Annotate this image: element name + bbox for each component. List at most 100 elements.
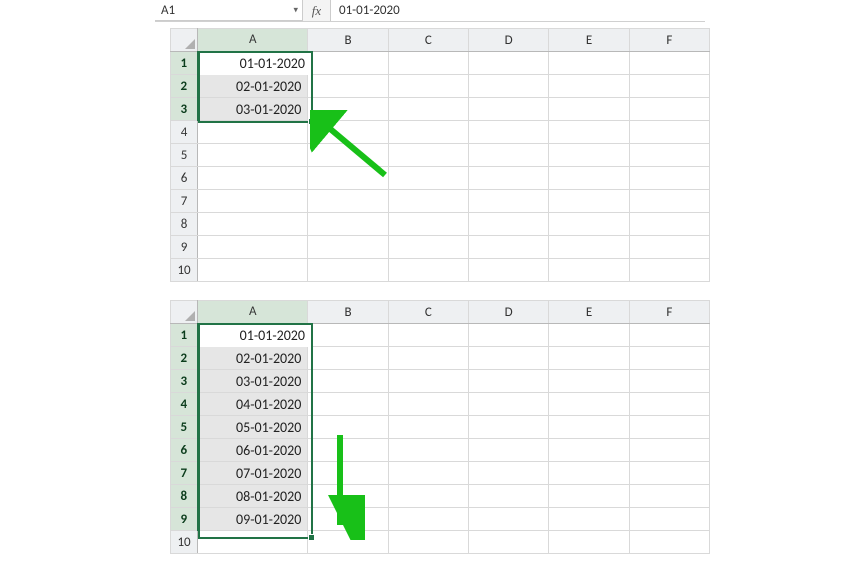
row-header-10[interactable]: 10 bbox=[171, 259, 198, 282]
cell-E1[interactable] bbox=[549, 52, 629, 75]
cell-F3[interactable] bbox=[629, 370, 709, 393]
select-all-corner[interactable] bbox=[171, 29, 198, 52]
row-header-9[interactable]: 9 bbox=[171, 236, 198, 259]
cell-C10[interactable] bbox=[388, 531, 468, 554]
cell-E3[interactable] bbox=[549, 370, 629, 393]
cell-F7[interactable] bbox=[629, 462, 709, 485]
col-header-F[interactable]: F bbox=[629, 29, 709, 52]
cell-F2[interactable] bbox=[629, 75, 709, 98]
cell-F8[interactable] bbox=[629, 485, 709, 508]
cell-C5[interactable] bbox=[388, 144, 468, 167]
row-header-7[interactable]: 7 bbox=[171, 462, 198, 485]
cell-D4[interactable] bbox=[469, 121, 549, 144]
cell-F2[interactable] bbox=[629, 347, 709, 370]
cell-D8[interactable] bbox=[469, 213, 549, 236]
cell-F4[interactable] bbox=[629, 121, 709, 144]
cell-C4[interactable] bbox=[388, 393, 468, 416]
fx-icon[interactable]: fx bbox=[303, 0, 331, 21]
cell-D5[interactable] bbox=[469, 416, 549, 439]
cell-D9[interactable] bbox=[469, 236, 549, 259]
cell-B10[interactable] bbox=[308, 531, 388, 554]
row-header-8[interactable]: 8 bbox=[171, 213, 198, 236]
cell-A1[interactable] bbox=[198, 52, 308, 75]
row-header-3[interactable]: 3 bbox=[171, 98, 198, 121]
cell-F4[interactable] bbox=[629, 393, 709, 416]
row-header-1[interactable]: 1 bbox=[171, 52, 198, 75]
cell-F7[interactable] bbox=[629, 190, 709, 213]
row-header-7[interactable]: 7 bbox=[171, 190, 198, 213]
cell-B6[interactable] bbox=[308, 167, 388, 190]
cell-B9[interactable] bbox=[308, 236, 388, 259]
cell-C8[interactable] bbox=[388, 213, 468, 236]
cell-A5[interactable] bbox=[198, 144, 308, 167]
cell-D8[interactable] bbox=[469, 485, 549, 508]
row-header-2[interactable]: 2 bbox=[171, 75, 198, 98]
cell-E4[interactable] bbox=[549, 393, 629, 416]
cell-A9[interactable] bbox=[198, 236, 308, 259]
cell-D7[interactable] bbox=[469, 462, 549, 485]
cell-F5[interactable] bbox=[629, 416, 709, 439]
row-header-1[interactable]: 1 bbox=[171, 324, 198, 347]
cell-E10[interactable] bbox=[549, 259, 629, 282]
chevron-down-icon[interactable]: ▾ bbox=[293, 5, 298, 16]
cell-A4[interactable]: 04-01-2020 bbox=[198, 393, 308, 416]
cell-C7[interactable] bbox=[388, 462, 468, 485]
col-header-A[interactable]: A bbox=[198, 301, 308, 324]
cell-D7[interactable] bbox=[469, 190, 549, 213]
cell-D4[interactable] bbox=[469, 393, 549, 416]
cell-B4[interactable] bbox=[308, 121, 388, 144]
cell-D10[interactable] bbox=[469, 259, 549, 282]
cell-C2[interactable] bbox=[388, 347, 468, 370]
cell-B10[interactable] bbox=[308, 259, 388, 282]
row-header-5[interactable]: 5 bbox=[171, 144, 198, 167]
grid[interactable]: A B C D E F 1 202-01-2020 303-01-2020 40… bbox=[170, 300, 710, 554]
cell-D6[interactable] bbox=[469, 439, 549, 462]
grid[interactable]: A B C D E F 1 202-01-2020 303-01-2020 4 … bbox=[170, 28, 710, 282]
cell-C3[interactable] bbox=[388, 370, 468, 393]
cell-C9[interactable] bbox=[388, 508, 468, 531]
cell-F5[interactable] bbox=[629, 144, 709, 167]
cell-B5[interactable] bbox=[308, 144, 388, 167]
cell-A8[interactable]: 08-01-2020 bbox=[198, 485, 308, 508]
cell-E6[interactable] bbox=[549, 439, 629, 462]
col-header-C[interactable]: C bbox=[388, 29, 468, 52]
cell-A4[interactable] bbox=[198, 121, 308, 144]
cell-E9[interactable] bbox=[549, 508, 629, 531]
cell-D6[interactable] bbox=[469, 167, 549, 190]
cell-C9[interactable] bbox=[388, 236, 468, 259]
row-header-6[interactable]: 6 bbox=[171, 439, 198, 462]
cell-D3[interactable] bbox=[469, 370, 549, 393]
cell-E2[interactable] bbox=[549, 75, 629, 98]
cell-B3[interactable] bbox=[308, 98, 388, 121]
cell-D1[interactable] bbox=[469, 52, 549, 75]
cell-C5[interactable] bbox=[388, 416, 468, 439]
cell-B5[interactable] bbox=[308, 416, 388, 439]
name-box[interactable]: A1 ▾ bbox=[155, 0, 303, 21]
cell-E10[interactable] bbox=[549, 531, 629, 554]
col-header-C[interactable]: C bbox=[388, 301, 468, 324]
col-header-F[interactable]: F bbox=[629, 301, 709, 324]
cell-A3[interactable]: 03-01-2020 bbox=[198, 98, 308, 121]
cell-A9[interactable]: 09-01-2020 bbox=[198, 508, 308, 531]
cell-B8[interactable] bbox=[308, 485, 388, 508]
cell-D1[interactable] bbox=[469, 324, 549, 347]
cell-E5[interactable] bbox=[549, 144, 629, 167]
row-header-9[interactable]: 9 bbox=[171, 508, 198, 531]
cell-D9[interactable] bbox=[469, 508, 549, 531]
cell-B8[interactable] bbox=[308, 213, 388, 236]
cell-E1[interactable] bbox=[549, 324, 629, 347]
cell-C4[interactable] bbox=[388, 121, 468, 144]
cell-A5[interactable]: 05-01-2020 bbox=[198, 416, 308, 439]
cell-A7[interactable] bbox=[198, 190, 308, 213]
col-header-E[interactable]: E bbox=[549, 301, 629, 324]
cell-E8[interactable] bbox=[549, 485, 629, 508]
cell-F9[interactable] bbox=[629, 508, 709, 531]
row-header-2[interactable]: 2 bbox=[171, 347, 198, 370]
col-header-B[interactable]: B bbox=[308, 301, 388, 324]
cell-F3[interactable] bbox=[629, 98, 709, 121]
cell-A10[interactable] bbox=[198, 531, 308, 554]
cell-C8[interactable] bbox=[388, 485, 468, 508]
cell-E3[interactable] bbox=[549, 98, 629, 121]
cell-F8[interactable] bbox=[629, 213, 709, 236]
cell-F1[interactable] bbox=[629, 324, 709, 347]
